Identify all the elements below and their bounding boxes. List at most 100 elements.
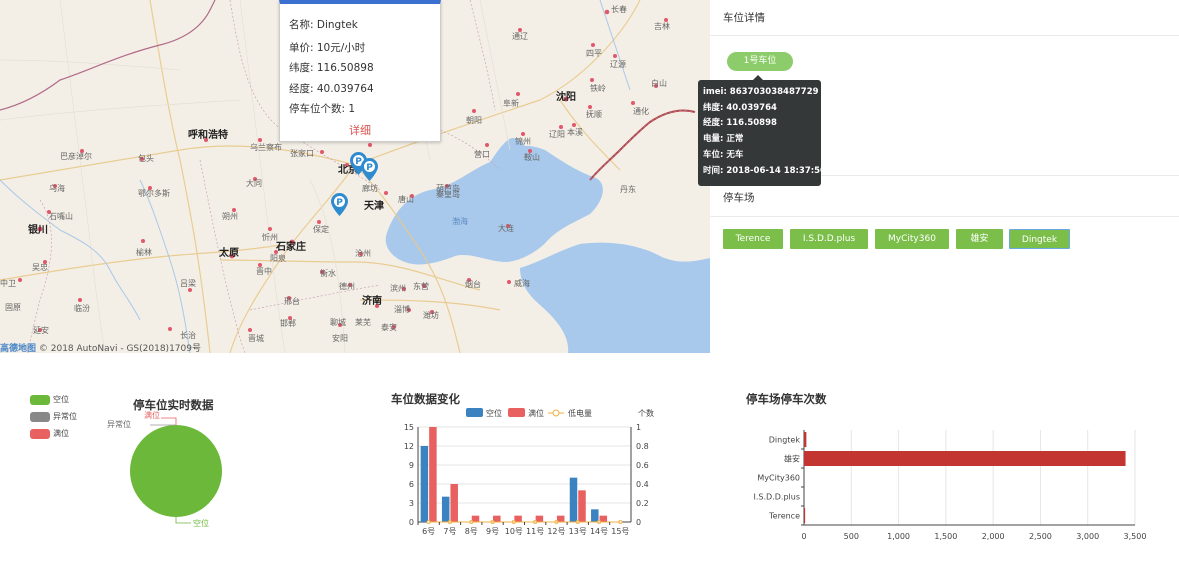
city-label: 泰安 — [381, 323, 397, 332]
city-label: 安阳 — [332, 334, 348, 343]
y2-tick-label: 1 — [636, 423, 641, 432]
divider — [710, 216, 1179, 217]
parking-lot-title: 停车场 — [723, 192, 755, 204]
spot-1-button[interactable]: 1号车位 — [727, 52, 793, 71]
city-label: 辽源 — [610, 60, 626, 69]
amap-logo[interactable]: 高德地图 — [0, 344, 36, 353]
city-label: 呼和浩特 — [188, 130, 228, 141]
detail-link[interactable]: 详细 — [280, 122, 440, 138]
y-tick-label: MyCity360 — [757, 474, 800, 483]
bar-legend[interactable]: 空位 满位 低电量 — [466, 408, 592, 418]
bar-empty — [591, 509, 599, 522]
bar-empty — [441, 496, 450, 522]
city-label: 沧州 — [355, 249, 371, 258]
city-label: 保定 — [313, 225, 329, 234]
hbar-marks: Terence I.S.D.D.plus MyCity360 雄安 Dingtek — [754, 432, 1126, 526]
pie-slice-empty — [130, 425, 222, 517]
x-tick-label: 1,000 — [887, 532, 910, 541]
y-tick-label: 3 — [409, 499, 414, 508]
city-label: 白山 — [651, 79, 667, 88]
parking-marker-icon[interactable]: P — [361, 158, 378, 181]
spot-detail-title: 车位详情 — [723, 12, 765, 24]
city-label: 临汾 — [74, 304, 90, 313]
city-label: 通辽 — [512, 32, 528, 41]
lot-button-dingtek[interactable]: Dingtek — [1009, 229, 1070, 249]
x-tick-label: 12号 — [547, 527, 565, 536]
city-label: 廊坊 — [362, 184, 378, 193]
y2-tick-label: 0.6 — [636, 461, 649, 470]
tooltip-lng: 经度: 116.50898 — [703, 118, 777, 129]
info-lat: 纬度: 116.50898 — [289, 62, 374, 74]
legend-label: 满位 — [528, 408, 544, 418]
lot-button-isdd-plus[interactable]: I.S.D.D.plus — [790, 229, 868, 249]
hbar-bar — [804, 451, 1126, 466]
city-label: 天津 — [364, 201, 384, 212]
city-label: 太原 — [219, 248, 239, 259]
info-name: 名称: Dingtek — [289, 19, 358, 31]
y-tick-label: Dingtek — [769, 436, 801, 445]
city-label: 锦州 — [515, 137, 531, 146]
city-label: 晋城 — [248, 334, 264, 343]
hbar-chart: 停车场停车次数 0 500 1,000 1,500 2,000 2,500 3,000 3,5… — [740, 385, 1160, 550]
city-label: 沈阳 — [556, 92, 576, 103]
city-label: 秦皇岛 — [436, 190, 460, 199]
right-axis-name: 个数 — [638, 408, 654, 418]
city-label: 德州 — [339, 282, 355, 291]
bar-empty — [569, 477, 578, 522]
city-label: 阜新 — [503, 99, 519, 108]
lot-button-mycity360[interactable]: MyCity360 — [875, 229, 949, 249]
info-price: 单价: 10元/小时 — [289, 42, 366, 54]
divider — [710, 35, 1179, 36]
y-tick-label: I.S.D.D.plus — [754, 493, 800, 502]
city-label: 四平 — [586, 49, 602, 58]
x-tick-label: 3,000 — [1076, 532, 1099, 541]
city-label: 邢台 — [284, 297, 300, 306]
x-tick-label: 6号 — [422, 527, 435, 536]
map[interactable]: 长春 吉林 通辽 四平 辽源 铁岭 沈阳 白山 通化 抚顺 本溪 辽阳 阜新 朝… — [0, 0, 710, 353]
tooltip-lat: 纬度: 40.039764 — [703, 102, 777, 113]
y-tick-label: 0 — [409, 518, 414, 527]
tooltip-status: 车位: 无车 — [703, 149, 744, 160]
x-tick-label: 9号 — [486, 527, 499, 536]
city-label: 辽阳 — [549, 130, 565, 139]
y2-tick-label: 0.8 — [636, 442, 649, 451]
city-label: 济南 — [362, 296, 382, 307]
city-label: 丹东 — [620, 185, 636, 194]
lot-button-xiongan[interactable]: 雄安 — [956, 229, 1003, 249]
city-label: 中卫 — [0, 279, 16, 288]
svg-text:P: P — [336, 198, 343, 208]
city-label: 乌海 — [49, 184, 65, 193]
pie-svg: 满位 异常位 空位 — [107, 410, 222, 528]
city-label: 东营 — [413, 282, 429, 291]
x-tick-label: 1,500 — [934, 532, 957, 541]
lot-button-terence[interactable]: Terence — [723, 229, 783, 249]
y-tick-label: 6 — [409, 480, 414, 489]
city-label: 唐山 — [398, 195, 414, 204]
x-tick-label: 3,500 — [1124, 532, 1147, 541]
legend-swatch-full — [508, 408, 525, 417]
copyright-text: © 2018 AutoNavi - GS(2018)1709号 — [38, 344, 201, 353]
city-label: 通化 — [633, 107, 649, 116]
city-label: 固原 — [5, 303, 21, 312]
svg-text:P: P — [366, 163, 373, 173]
hbar-grid: 0 500 1,000 1,500 2,000 2,500 3,000 3,500 — [801, 430, 1146, 541]
tooltip-time: 时间: 2018-06-14 18:37:50 — [703, 165, 826, 176]
bar-empty — [420, 446, 429, 522]
pie-label-full: 满位 — [144, 410, 160, 420]
info-window: 名称: Dingtek 单价: 10元/小时 纬度: 116.50898 经度:… — [279, 0, 441, 142]
legend-swatch-lowbattery-dot — [552, 409, 560, 417]
city-label: 吕梁 — [180, 279, 196, 288]
city-label: 邯郸 — [280, 319, 296, 328]
city-label: 石家庄 — [276, 242, 306, 253]
sea-label: 渤海 — [452, 217, 468, 226]
x-tick-label: 13号 — [569, 527, 587, 536]
city-label: 聊城 — [330, 318, 346, 327]
bar-grid — [418, 426, 631, 523]
city-label: 巴彦淖尔 — [60, 152, 92, 161]
bar-full — [578, 490, 586, 522]
legend-label: 低电量 — [568, 408, 592, 418]
city-label: 铁岭 — [590, 84, 606, 93]
parking-marker-icon[interactable]: P — [331, 193, 348, 216]
pie-label-empty: 空位 — [193, 518, 209, 528]
pie-label-line — [161, 417, 177, 425]
